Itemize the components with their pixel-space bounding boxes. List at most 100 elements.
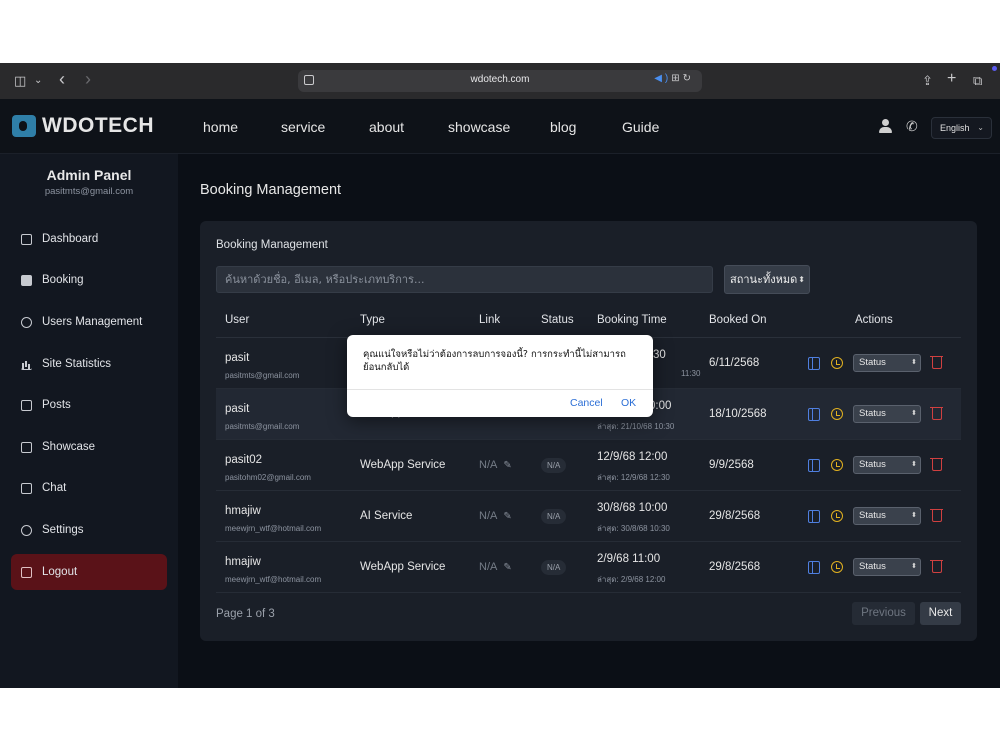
edit-icon[interactable]: ✎ [503,511,511,522]
language-select[interactable]: English ⌄ [931,117,992,139]
book-icon[interactable] [808,357,820,370]
trash-icon[interactable] [930,458,943,471]
speaker-icon: ◀) [654,73,672,84]
sidebar-dropdown-icon[interactable]: ⌄ [34,72,42,90]
service-type: WebApp Service [360,561,446,573]
trash-icon[interactable] [930,509,943,522]
language-value: English [940,123,970,133]
booked-on: 9/9/2568 [709,459,754,471]
previous-button[interactable]: Previous [852,602,915,625]
nav-service[interactable]: service [281,119,325,135]
sidebar-item-label: Site Statistics [42,358,112,370]
column-header-link: Link [479,314,501,326]
status-select[interactable]: Status ⬍ [853,354,921,372]
trash-icon[interactable] [930,356,943,369]
table-row: hmajiw meewjrn_wtf@hotmail.com WebApp Se… [216,542,961,593]
address-bar[interactable]: wdotech.com ◀)⊞↻ [298,70,702,92]
clock-icon[interactable] [831,510,843,522]
status-select-value: Status [859,510,886,521]
status-select-value: Status [859,357,886,368]
dashboard-icon [21,233,32,245]
admin-panel-title: Admin Panel [46,167,132,183]
book-icon[interactable] [808,510,820,523]
sidebar-item-label: Logout [42,566,78,578]
booking-time: 30/8/68 10:00 [597,502,668,514]
sidebar-item-chat[interactable]: Chat [11,470,167,506]
browser-window: ◫ ⌄ ‹ › wdotech.com ◀)⊞↻ ⇪ + ⧉ WDOTECH h… [0,63,1000,688]
sidebar-item-users[interactable]: Users Management [11,304,167,340]
dialog-message: คุณแน่ใจหรือไม่ว่าต้องการลบการจองนี้? กา… [363,349,626,373]
share-icon[interactable]: ⇪ [922,72,933,90]
tab-overview-icon[interactable]: ⧉ [973,72,982,90]
link-cell: N/A ✎ [479,561,512,573]
book-icon[interactable] [808,408,820,421]
status-select[interactable]: Status ⬍ [853,558,921,576]
nav-blog[interactable]: blog [550,119,576,135]
logout-icon [21,566,32,578]
link-value: N/A [479,561,498,573]
updown-icon: ⬍ [911,512,917,519]
sidebar-item-dashboard[interactable]: Dashboard [11,221,167,257]
back-button[interactable]: ‹ [59,70,65,88]
sidebar-item-booking[interactable]: Booking [11,262,167,298]
logo[interactable]: WDOTECH [12,114,154,138]
edit-icon[interactable]: ✎ [503,562,511,573]
sidebar-item-label: Chat [42,482,67,494]
dialog-divider [347,389,653,390]
status-select[interactable]: Status ⬍ [853,405,921,423]
trash-icon[interactable] [930,560,943,573]
booking-time: 12/9/68 12:00 [597,451,668,463]
trash-icon[interactable] [930,407,943,420]
status-filter-select[interactable]: สถานะทั้งหมด ⬍ [724,265,810,294]
sidebar-item-logout[interactable]: Logout [11,554,167,590]
url-actions[interactable]: ◀)⊞↻ [654,73,694,84]
sidebar-item-showcase[interactable]: Showcase [11,429,167,465]
book-icon[interactable] [808,561,820,574]
confirm-dialog: คุณแน่ใจหรือไม่ว่าต้องการลบการจองนี้? กา… [347,335,653,417]
column-header-actions: Actions [855,314,893,326]
clock-icon[interactable] [831,357,843,369]
user-icon[interactable] [879,119,892,133]
nav-showcase[interactable]: showcase [448,119,510,135]
clock-icon[interactable] [831,408,843,420]
chat-icon [21,482,32,494]
status-select[interactable]: Status ⬍ [853,507,921,525]
cancel-button[interactable]: Cancel [570,397,603,409]
filter-value: สถานะทั้งหมด [730,273,798,286]
updown-icon: ⬍ [911,461,917,468]
book-icon [21,274,32,286]
status-badge: N/A [541,509,567,524]
user-name: pasit [225,352,250,364]
updown-icon: ⬍ [911,359,917,366]
updown-icon: ⬍ [798,275,805,284]
sidebar-item-label: Users Management [42,316,143,328]
user-email: meewjrn_wtf@hotmail.com [225,575,322,584]
ok-button[interactable]: OK [621,397,636,409]
updown-icon: ⬍ [911,410,917,417]
bar-chart-icon [21,359,32,370]
sidebar: Admin Panel pasitmts@gmail.com Dashboard… [0,154,178,688]
book-icon[interactable] [808,459,820,472]
sidebar-toggle-icon[interactable]: ◫ [14,72,26,90]
clock-icon[interactable] [831,459,843,471]
nav-home[interactable]: home [203,119,238,135]
search-input[interactable] [216,266,713,293]
status-select[interactable]: Status ⬍ [853,456,921,474]
url-text[interactable]: wdotech.com [298,74,702,85]
pagination-info: Page 1 of 3 [216,608,275,620]
new-tab-button[interactable]: + [947,70,956,88]
link-cell: N/A ✎ [479,510,512,522]
phone-icon[interactable]: ✆ [906,118,918,135]
sidebar-item-posts[interactable]: Posts [11,387,167,423]
clock-icon[interactable] [831,561,843,573]
sidebar-item-settings[interactable]: Settings [11,512,167,548]
image-icon [21,441,32,453]
nav-about[interactable]: about [369,119,404,135]
sidebar-item-statistics[interactable]: Site Statistics [11,346,167,382]
booking-time: 30 [653,349,666,361]
link-value: N/A [479,510,498,522]
nav-guide[interactable]: Guide [622,119,659,135]
next-button[interactable]: Next [920,602,961,625]
forward-button[interactable]: › [85,70,91,88]
edit-icon[interactable]: ✎ [503,460,511,471]
